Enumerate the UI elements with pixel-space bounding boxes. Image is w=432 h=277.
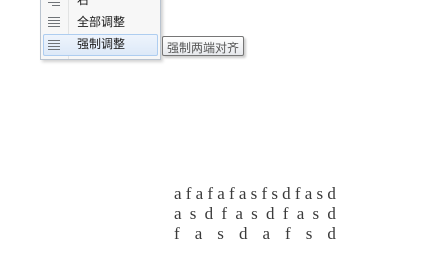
menu-item-justify-all[interactable]: 全部调整 bbox=[43, 12, 158, 34]
menu-item-label: 强制调整 bbox=[77, 37, 126, 51]
menu-item-label: 全部调整 bbox=[77, 15, 126, 29]
menu-item-force-justify[interactable]: 强制调整 bbox=[43, 34, 158, 56]
force-justify-icon bbox=[47, 38, 61, 50]
tooltip-text: 强制两端对齐 bbox=[167, 41, 240, 55]
menu-item-align-right[interactable]: 右 bbox=[43, 0, 158, 12]
text-line: fasdafsd bbox=[174, 224, 336, 243]
text-line: asdfasdfasd bbox=[174, 204, 336, 223]
document-canvas: 右 全部调整 强制调整 强制两端对齐 afafafasfsdfasd a s d… bbox=[0, 0, 432, 277]
align-right-icon bbox=[47, 0, 61, 6]
text-line: afafafasfsdfasd bbox=[174, 184, 336, 203]
menu-item-label: 右 bbox=[77, 0, 90, 7]
justified-text-block[interactable]: afafafasfsdfasd asdfasdfasd fasdafsd bbox=[174, 184, 336, 244]
tooltip: 强制两端对齐 bbox=[162, 36, 245, 56]
alignment-dropdown-menu: 右 全部调整 强制调整 bbox=[40, 0, 161, 60]
justify-all-icon bbox=[47, 16, 61, 28]
